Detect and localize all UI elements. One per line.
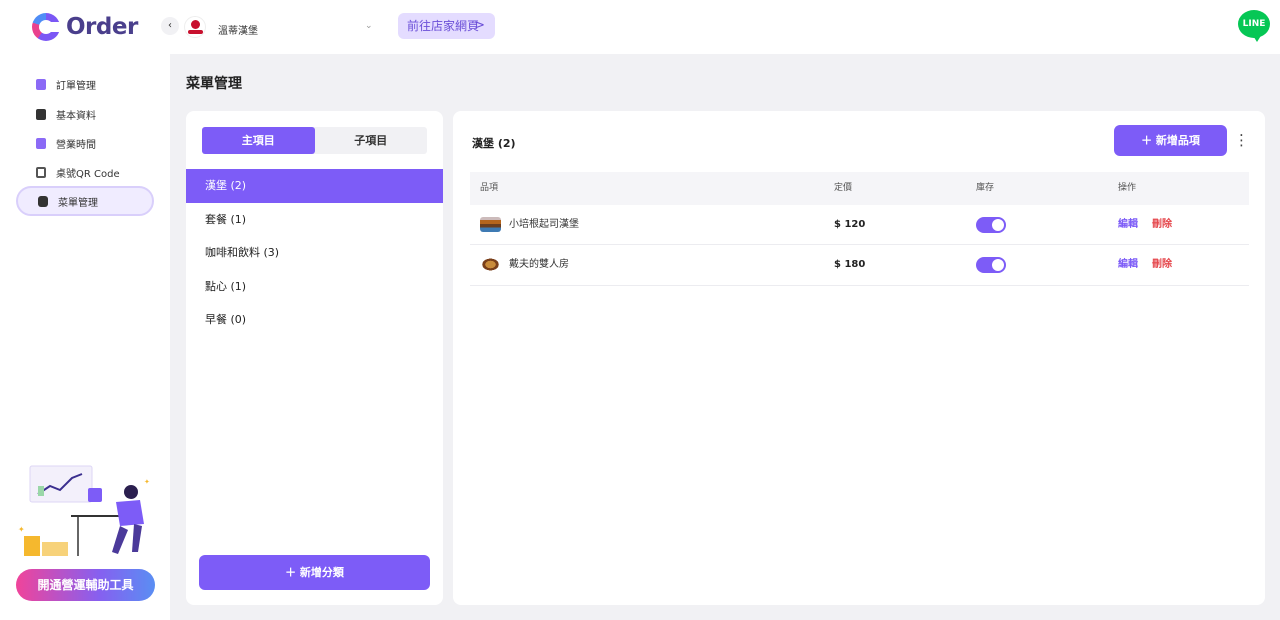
items-panel: 漢堡 (2) ＋ 新增品項 ⋮ 品項 定價 庫存 操作 小培根起司漢堡 $ 12… <box>453 111 1265 605</box>
visit-store-label: 前往店家網頁 <box>407 19 480 33</box>
chevron-down-icon[interactable]: ⌄ <box>365 21 373 31</box>
category-item[interactable]: 點心 (1) <box>186 270 443 304</box>
delete-button[interactable]: 刪除 <box>1152 205 1172 245</box>
add-item-label: 新增品項 <box>1155 134 1200 147</box>
table-row: 戴夫的雙人房 $ 180 編輯 刪除 <box>470 245 1249 286</box>
item-name: 戴夫的雙人房 <box>509 259 569 270</box>
qr-code-icon <box>36 166 46 178</box>
document-icon <box>36 108 46 120</box>
column-header-stock: 庫存 <box>976 183 995 193</box>
store-logo-icon <box>184 16 206 38</box>
category-item[interactable]: 咖啡和飲料 (3) <box>186 236 443 270</box>
delete-button[interactable]: 刪除 <box>1152 245 1172 285</box>
item-price: $ 120 <box>834 219 866 230</box>
sidebar-item-table-qr[interactable]: 桌號QR Code <box>16 157 154 187</box>
item-price: $ 180 <box>834 259 866 270</box>
item-name: 小培根起司漢堡 <box>509 219 579 230</box>
menu-book-icon <box>38 195 48 207</box>
sidebar-item-orders[interactable]: 訂單管理 <box>16 69 154 99</box>
add-category-label: 新增分類 <box>299 566 344 579</box>
add-category-button[interactable]: ＋ 新增分類 <box>199 555 430 590</box>
sidebar-item-label: 訂單管理 <box>56 80 96 92</box>
sidebar-collapse-button[interactable]: ‹ <box>161 17 179 35</box>
category-panel: 主項目 子項目 漢堡 (2) 套餐 (1) 咖啡和飲料 (3) 點心 (1) 早… <box>186 111 443 605</box>
stock-toggle[interactable] <box>976 257 1006 273</box>
chevron-right-icon: > <box>474 18 485 33</box>
sidebar-item-label: 菜單管理 <box>58 197 98 209</box>
category-item[interactable]: 漢堡 (2) <box>186 169 443 203</box>
column-header-actions: 操作 <box>1118 183 1137 193</box>
plus-icon: ＋ <box>285 566 297 579</box>
sidebar-item-label: 桌號QR Code <box>56 168 120 180</box>
logo-text: Order <box>66 14 138 40</box>
sidebar-item-business-hours[interactable]: 營業時間 <box>16 128 154 158</box>
page-title: 菜單管理 <box>186 76 242 92</box>
top-bar: Order ‹ 溫蒂漢堡 ⌄ 前往店家網頁 > LINE <box>0 0 1280 54</box>
edit-button[interactable]: 編輯 <box>1118 205 1138 245</box>
stock-toggle[interactable] <box>976 217 1006 233</box>
clipboard-icon <box>36 78 46 90</box>
store-name[interactable]: 溫蒂漢堡 <box>218 22 258 37</box>
column-header-item: 品項 <box>480 183 499 193</box>
tab-sub-items[interactable]: 子項目 <box>315 127 428 154</box>
item-thumbnail <box>480 217 501 232</box>
more-options-icon[interactable]: ⋮ <box>1234 131 1249 151</box>
edit-button[interactable]: 編輯 <box>1118 245 1138 285</box>
visit-store-button[interactable]: 前往店家網頁 > <box>398 13 495 39</box>
calendar-icon <box>36 137 46 149</box>
category-tabs: 主項目 子項目 <box>202 127 427 154</box>
item-thumbnail <box>480 257 501 272</box>
table-row: 小培根起司漢堡 $ 120 編輯 刪除 <box>470 205 1249 245</box>
sidebar-item-menu[interactable]: 菜單管理 <box>16 186 154 216</box>
items-panel-title: 漢堡 (2) <box>472 137 516 150</box>
promo-tools-button[interactable]: 開通營運輔助工具 <box>16 569 155 601</box>
svg-text:✦: ✦ <box>18 525 25 534</box>
sidebar-item-basic-info[interactable]: 基本資料 <box>16 99 154 129</box>
add-item-button[interactable]: ＋ 新增品項 <box>1114 125 1227 156</box>
logo[interactable]: Order <box>32 13 138 41</box>
plus-icon: ＋ <box>1141 134 1153 147</box>
category-item[interactable]: 早餐 (0) <box>186 303 443 337</box>
column-header-price: 定價 <box>834 183 853 193</box>
line-icon[interactable]: LINE <box>1238 10 1270 42</box>
tab-main-items[interactable]: 主項目 <box>202 127 315 154</box>
category-item[interactable]: 套餐 (1) <box>186 203 443 237</box>
table-header: 品項 定價 庫存 操作 <box>470 172 1249 205</box>
logo-mark-icon <box>32 13 61 41</box>
category-list: 漢堡 (2) 套餐 (1) 咖啡和飲料 (3) 點心 (1) 早餐 (0) <box>186 169 443 337</box>
sidebar-item-label: 基本資料 <box>56 110 96 122</box>
sidebar: 訂單管理 基本資料 營業時間 桌號QR Code 菜單管理 ✦ ✦ 開通營運輔助… <box>0 54 170 620</box>
sidebar-item-label: 營業時間 <box>56 139 96 151</box>
svg-text:✦: ✦ <box>144 478 150 486</box>
dashboard-illustration: ✦ ✦ <box>18 465 150 556</box>
